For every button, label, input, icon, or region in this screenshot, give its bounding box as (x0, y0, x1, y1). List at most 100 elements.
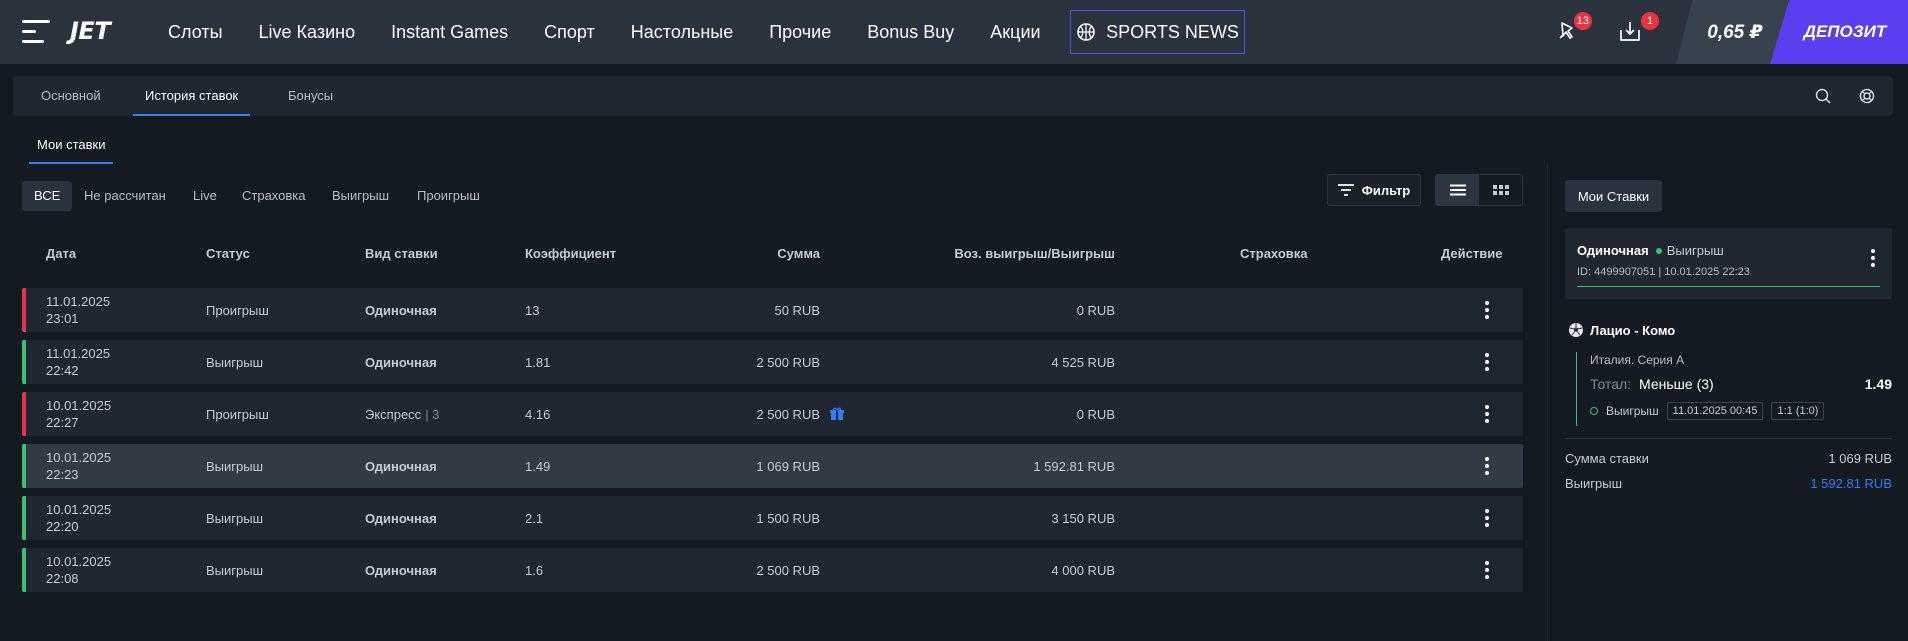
row-actions-icon[interactable] (1484, 561, 1490, 579)
filter-all[interactable]: ВСЕ (22, 181, 73, 211)
filter-button[interactable]: Фильтр (1327, 174, 1421, 206)
filter-live[interactable]: Live (193, 181, 217, 211)
result-indicator (22, 496, 26, 540)
subtab-my-bets[interactable]: Мои ставки (28, 137, 115, 164)
deposit-button[interactable]: ДЕПОЗИТ (1770, 0, 1908, 64)
table-row[interactable]: 10.01.2025 22:20 Выигрыш Одиночная 2.1 1… (22, 496, 1523, 540)
tab-bonuses[interactable]: Бонусы (288, 76, 333, 116)
notifications-badge: 13 (1573, 12, 1592, 30)
tab-main[interactable]: Основной (41, 76, 101, 116)
col-status: Статус (206, 246, 250, 261)
support-icon[interactable] (1858, 87, 1876, 105)
result-indicator (22, 444, 26, 488)
col-date: Дата (46, 246, 77, 261)
row-actions-icon[interactable] (1484, 457, 1490, 475)
row-actions-icon[interactable] (1484, 353, 1490, 371)
row-coefficient: 4.16 (525, 406, 551, 422)
result-ring-icon (1590, 407, 1598, 415)
filter-lost[interactable]: Проигрыш (417, 181, 480, 211)
table-row[interactable]: 11.01.2025 22:42 Выигрыш Одиночная 1.81 … (22, 340, 1523, 384)
filter-icon (1337, 184, 1354, 196)
table-row[interactable]: 11.01.2025 23:01 Проигрыш Одиночная 13 5… (22, 288, 1523, 332)
row-status: Выигрыш (206, 510, 264, 526)
main-nav: Слоты Live Казино Instant Games Спорт На… (168, 0, 1077, 64)
table-row[interactable]: 10.01.2025 22:08 Выигрыш Одиночная 1.6 2… (22, 548, 1523, 592)
col-sum: Сумма (777, 246, 820, 261)
row-actions-icon[interactable] (1484, 301, 1490, 319)
filter-won[interactable]: Выигрыш (332, 181, 389, 211)
row-sum: 2 500 RUB (756, 354, 820, 370)
row-coefficient: 2.1 (525, 510, 544, 526)
row-coefficient: 13 (525, 302, 540, 318)
list-view-icon[interactable] (1436, 175, 1479, 205)
notifications-icon[interactable]: 13 (1554, 12, 1592, 48)
nav-promotions[interactable]: Акции (990, 22, 1040, 43)
menu-icon[interactable] (22, 20, 50, 44)
row-date: 11.01.2025 (46, 346, 111, 361)
nav-other[interactable]: Прочие (769, 22, 831, 43)
row-payout: 4 525 RUB (1051, 354, 1115, 370)
market-value: Меньше (3) (1639, 376, 1714, 392)
grid-view-icon[interactable] (1479, 175, 1522, 205)
sports-news-button[interactable]: SPORTS NEWS (1070, 10, 1245, 54)
selection-odds: 1.49 (1864, 376, 1892, 392)
row-sum: 1 069 RUB (756, 458, 820, 474)
gift-icon (830, 392, 844, 436)
row-coefficient: 1.49 (525, 458, 551, 474)
row-sum: 50 RUB (774, 302, 820, 318)
row-sum: 2 500 RUB (756, 562, 820, 578)
logo[interactable]: JET (70, 17, 111, 45)
row-coefficient: 1.6 (525, 562, 544, 578)
row-payout: 4 000 RUB (1051, 562, 1115, 578)
row-bet-type: Одиночная (365, 354, 437, 370)
view-toggle (1435, 174, 1523, 206)
row-status: Выигрыш (206, 354, 264, 370)
row-status: Проигрыш (206, 302, 269, 318)
row-actions-icon[interactable] (1484, 405, 1490, 423)
row-status: Проигрыш (206, 406, 269, 422)
row-sum: 1 500 RUB (756, 510, 820, 526)
selection-result: Выигрыш (1606, 404, 1659, 418)
row-payout: 1 592.81 RUB (1033, 458, 1115, 474)
nav-table-games[interactable]: Настольные (631, 22, 733, 43)
my-bets-button[interactable]: Мои Ставки (1565, 180, 1662, 212)
col-action: Действие (1441, 246, 1503, 261)
col-insurance: Страховка (1240, 246, 1308, 261)
table-row[interactable]: 10.01.2025 22:23 Выигрыш Одиночная 1.49 … (22, 444, 1523, 488)
row-payout: 0 RUB (1076, 302, 1115, 318)
row-selection-count: | 3 (425, 406, 440, 422)
soccer-ball-icon (1569, 323, 1583, 337)
nav-sport[interactable]: Спорт (544, 22, 595, 43)
stake-label: Сумма ставки (1565, 451, 1649, 466)
result-indicator (22, 548, 26, 592)
bet-details-card[interactable]: Одиночная Выигрыш ID: 4499907051 | 10.01… (1565, 228, 1892, 299)
nav-live-casino[interactable]: Live Казино (259, 22, 356, 43)
bet-id-meta: ID: 4499907051 | 10.01.2025 22:23 (1577, 266, 1750, 278)
row-time: 23:01 (46, 311, 79, 326)
row-time: 22:27 (46, 415, 79, 430)
nav-instant-games[interactable]: Instant Games (391, 22, 508, 43)
tab-bet-history[interactable]: История ставок (132, 76, 251, 116)
row-bet-type: Одиночная (365, 458, 437, 474)
table-row[interactable]: 10.01.2025 22:27 Проигрыш Экспресс | 3 4… (22, 392, 1523, 436)
status-line (1577, 286, 1880, 287)
col-payout: Воз. выигрыш/Выигрыш (954, 246, 1115, 261)
result-indicator (22, 340, 26, 384)
inbox-icon[interactable]: 1 (1617, 12, 1659, 48)
row-date: 11.01.2025 (46, 294, 111, 309)
row-payout: 3 150 RUB (1051, 510, 1115, 526)
card-actions-icon[interactable] (1870, 249, 1876, 267)
nav-bonus-buy[interactable]: Bonus Buy (867, 22, 954, 43)
row-actions-icon[interactable] (1484, 509, 1490, 527)
row-date: 10.01.2025 (46, 398, 112, 413)
row-status: Выигрыш (206, 458, 264, 474)
nav-slots[interactable]: Слоты (168, 22, 223, 43)
stake-value: 1 069 RUB (1828, 451, 1892, 466)
filter-unsettled[interactable]: Не рассчитан (84, 181, 166, 211)
search-icon[interactable] (1814, 87, 1832, 105)
row-bet-type: Одиночная (365, 302, 437, 318)
market-label: Тотал: (1590, 376, 1632, 392)
event-score: 1:1 (1:0) (1771, 402, 1825, 420)
filter-insurance[interactable]: Страховка (242, 181, 306, 211)
row-date: 10.01.2025 (46, 502, 112, 517)
